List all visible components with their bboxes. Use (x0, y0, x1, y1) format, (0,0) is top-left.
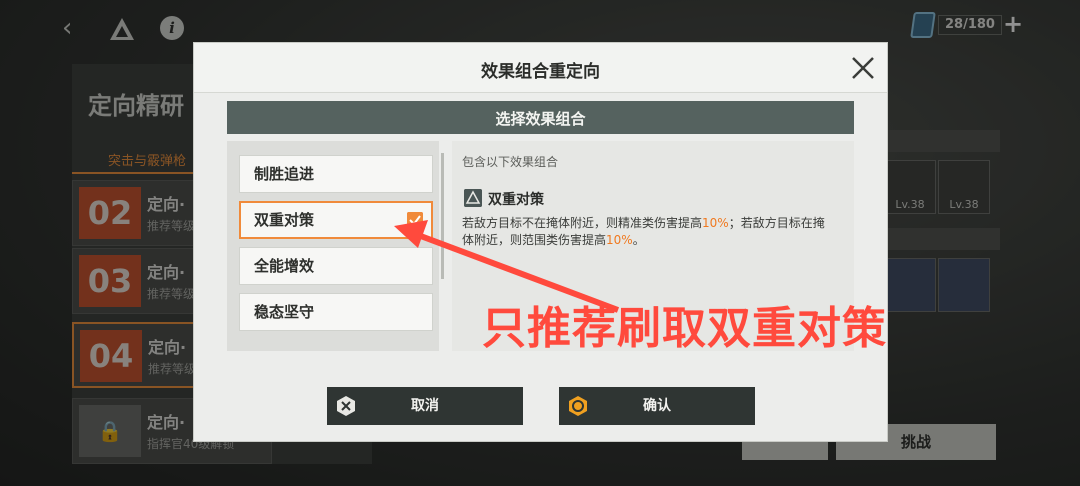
detail-heading: 包含以下效果组合 (462, 155, 559, 169)
desc-value: 10% (702, 216, 729, 230)
cancel-label: 取消 (411, 398, 439, 414)
list-scrollbar[interactable] (441, 153, 444, 279)
option-item[interactable]: 稳态坚守 (239, 293, 433, 331)
option-item[interactable]: 制胜追进 (239, 155, 433, 193)
annotation-text: 只推荐刷取双重对策 (482, 303, 887, 354)
dialog-title: 效果组合重定向 (481, 62, 600, 82)
dialog-header: 效果组合重定向 (194, 43, 887, 93)
checkbox-checked-icon (407, 212, 423, 228)
effect-redirect-dialog: 效果组合重定向 选择效果组合 制胜追进 双重对策 全能增效 稳态坚守 包含以下效… (193, 42, 888, 442)
effect-option-list: 制胜追进 双重对策 全能增效 稳态坚守 (227, 141, 439, 351)
effect-description: 若敌方目标不在掩体附近，则精准类伤害提高10%；若敌方目标在掩体附近，则范围类伤… (462, 215, 834, 249)
option-label: 稳态坚守 (254, 303, 315, 321)
option-item[interactable]: 全能增效 (239, 247, 433, 285)
option-label: 全能增效 (254, 257, 315, 275)
desc-value: 10% (606, 233, 633, 247)
confirm-label: 确认 (643, 398, 671, 414)
confirm-button[interactable]: 确认 (559, 387, 755, 425)
confirm-circle-icon (569, 396, 587, 416)
section-title: 选择效果组合 (495, 110, 586, 128)
option-label: 制胜追进 (254, 165, 315, 183)
cancel-x-icon (337, 396, 355, 416)
effect-icon (464, 189, 482, 207)
cancel-button[interactable]: 取消 (327, 387, 523, 425)
option-label: 双重对策 (254, 211, 315, 229)
option-item-selected[interactable]: 双重对策 (239, 201, 433, 239)
desc-text: 若敌方目标不在掩体附近，则精准类伤害提高 (462, 216, 703, 230)
effect-name: 双重对策 (488, 192, 544, 208)
desc-text: 。 (632, 233, 645, 247)
section-bar: 选择效果组合 (227, 101, 854, 134)
close-icon[interactable] (848, 53, 878, 83)
